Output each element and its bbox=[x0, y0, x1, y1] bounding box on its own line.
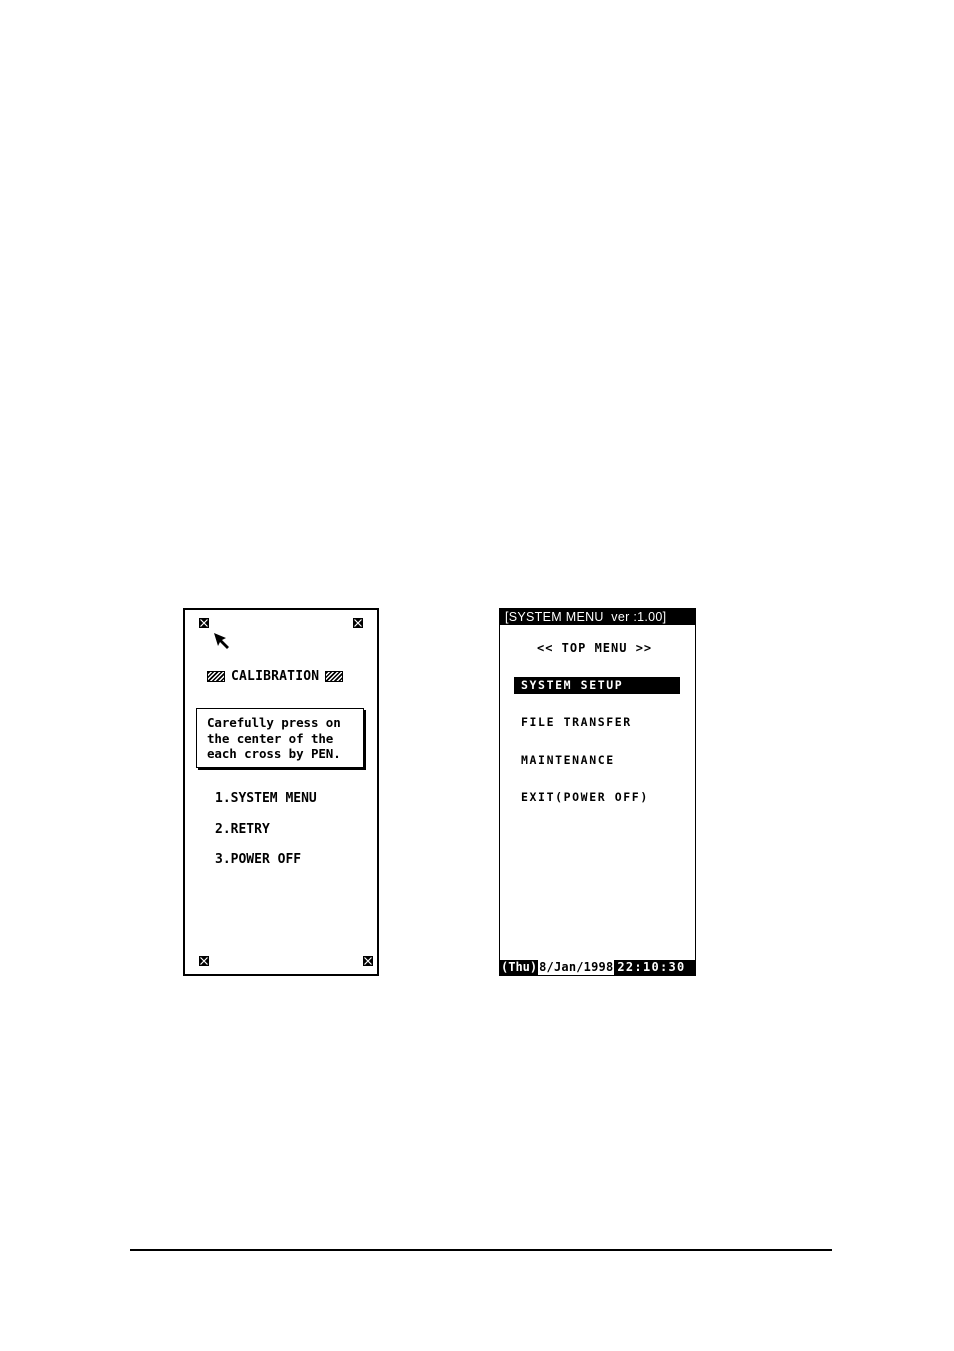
page-footer-rule bbox=[130, 1249, 832, 1251]
calibration-menu-item-system-menu[interactable]: 1.SYSTEM MENU bbox=[215, 791, 317, 822]
hatch-pattern-icon bbox=[325, 671, 344, 682]
menu-item-maintenance[interactable]: MAINTENANCE bbox=[514, 752, 680, 769]
calibration-title: CALIBRATION bbox=[207, 669, 344, 684]
system-menu-screen: [SYSTEM MENU ver :1.00] << TOP MENU >> S… bbox=[499, 608, 696, 976]
calibration-title-text: CALIBRATION bbox=[231, 669, 320, 684]
calibration-cross-bottom-right-icon[interactable] bbox=[363, 956, 373, 966]
hatch-pattern-icon bbox=[207, 671, 225, 682]
calibration-cross-top-right-icon[interactable] bbox=[353, 618, 363, 628]
menu-item-system-setup[interactable]: SYSTEM SETUP bbox=[514, 677, 680, 694]
calibration-cross-top-left-icon[interactable] bbox=[199, 618, 209, 628]
arrow-cursor-icon bbox=[214, 633, 229, 649]
calibration-screen: CALIBRATION Carefully press on the cente… bbox=[183, 608, 379, 976]
system-menu-title-bar: [SYSTEM MENU ver :1.00] bbox=[500, 609, 695, 625]
status-day: (Thu) bbox=[500, 960, 539, 975]
calibration-menu: 1.SYSTEM MENU 2.RETRY 3.POWER OFF bbox=[215, 791, 317, 883]
menu-item-exit-power-off[interactable]: EXIT(POWER OFF) bbox=[514, 789, 680, 806]
status-date: 8/Jan/1998 bbox=[538, 960, 615, 975]
calibration-instruction-box: Carefully press on the center of the eac… bbox=[196, 708, 364, 768]
menu-item-file-transfer[interactable]: FILE TRANSFER bbox=[514, 714, 680, 731]
calibration-cross-bottom-left-icon[interactable] bbox=[199, 956, 209, 966]
top-menu-heading: << TOP MENU >> bbox=[537, 641, 653, 655]
calibration-menu-item-retry[interactable]: 2.RETRY bbox=[215, 822, 317, 853]
status-bar: (Thu) 8/Jan/1998 22:10:30 bbox=[500, 960, 695, 975]
status-time: 22:10:30 bbox=[614, 960, 695, 975]
calibration-menu-item-power-off[interactable]: 3.POWER OFF bbox=[215, 852, 317, 883]
